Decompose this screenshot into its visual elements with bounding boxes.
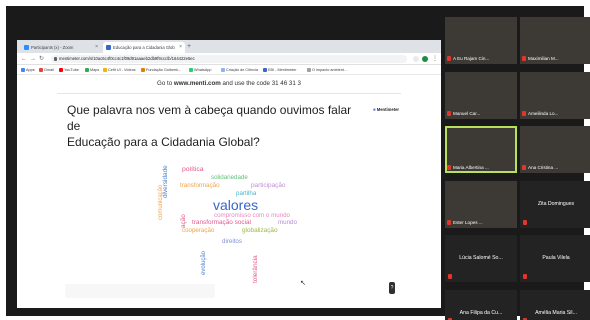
bookmark-cefit[interactable]: Cefit UI - Videos <box>103 65 136 75</box>
muted-mic-icon <box>523 274 527 279</box>
participant-tile[interactable]: Ameilinda Lo... <box>520 72 590 119</box>
bookmark-whatsapp[interactable]: WhatsApp <box>189 65 212 75</box>
mentimeter-icon <box>263 68 267 72</box>
participant-tile[interactable]: Amélia Maria Sil... <box>520 290 590 320</box>
participant-name: Maximilian M... <box>528 56 559 61</box>
address-bar-row: ← → ↻ mentimeter.com/s/10ac6c4f0cc4c1f09… <box>17 53 441 65</box>
participant-name: Ameilinda Lo... <box>528 111 559 116</box>
shared-screen: Participants (x) - Zoom × Educação para … <box>17 40 441 308</box>
word-cloud-word: globalização <box>242 227 278 234</box>
url-field[interactable]: mentimeter.com/s/10ac6c4f0cc4c1f09d91aaa… <box>51 55 407 63</box>
word-cloud-word: solidariedade <box>211 174 248 181</box>
muted-mic-icon <box>522 56 526 61</box>
word-cloud-word: cooperação <box>182 227 215 234</box>
word-cloud-word: mundo <box>278 219 297 226</box>
bookmark-apps[interactable]: Apps <box>21 65 35 75</box>
folder-icon <box>103 68 107 72</box>
close-tab-icon[interactable]: × <box>179 42 182 53</box>
participant-tile[interactable]: Maximilian M... <box>520 17 590 64</box>
participant-tile[interactable]: Maria Albertina ... <box>445 126 517 173</box>
help-button[interactable]: ? <box>389 282 395 294</box>
participant-tile[interactable]: Manuel Car... <box>445 72 517 119</box>
participant-tile[interactable]: Ana Cristina ... <box>520 126 590 173</box>
profile-icon[interactable] <box>422 56 428 62</box>
muted-mic-icon <box>448 274 452 279</box>
close-tab-icon[interactable]: × <box>95 42 98 53</box>
gmail-icon <box>39 68 43 72</box>
bookmarks-bar: Apps Gmail YouTube Maps Cefit UI - Video… <box>17 65 441 75</box>
word-cloud-word-vertical: ação <box>180 214 187 228</box>
browser-tab-mentimeter[interactable]: Educação para a Cidadania Glob × <box>103 42 185 53</box>
muted-mic-icon <box>522 111 526 116</box>
bookmark-icon <box>221 68 225 72</box>
word-cloud-word: política <box>182 166 204 173</box>
word-cloud-word: valores <box>213 197 259 213</box>
bookmark-gulbenkian[interactable]: Fundação Gulbenk... <box>141 65 181 75</box>
word-cloud-word: transformação <box>180 182 220 189</box>
participant-tile[interactable]: Zita Domingues <box>520 181 590 228</box>
zoom-icon <box>24 45 29 50</box>
participant-tile[interactable]: Ester Lopes ... <box>445 181 517 228</box>
new-tab-icon[interactable]: + <box>187 41 191 52</box>
muted-mic-icon <box>447 56 451 61</box>
mouse-cursor-icon: ↖ <box>300 280 306 287</box>
participant-name: Ana Cristina ... <box>528 165 559 170</box>
lock-icon <box>54 57 57 61</box>
bookmark-maps[interactable]: Maps <box>85 65 99 75</box>
bookmark-youtube[interactable]: YouTube <box>59 65 79 75</box>
back-icon[interactable]: ← <box>21 53 27 65</box>
mentimeter-icon <box>106 45 111 50</box>
word-cloud-word: participação <box>251 182 286 189</box>
participant-name: Lúcia Salomé So... <box>459 255 503 261</box>
participant-tile[interactable]: Ana Filipa da Cu... <box>445 290 517 320</box>
muted-mic-icon <box>447 111 451 116</box>
participant-name: Ana Filipa da Cu... <box>459 310 503 316</box>
participant-name: Manuel Car... <box>453 111 481 116</box>
forward-icon[interactable]: → <box>30 53 36 65</box>
muted-mic-icon <box>447 165 451 170</box>
menu-icon[interactable]: ⋮ <box>432 53 438 65</box>
participant-name: Ester Lopes ... <box>453 220 483 225</box>
bookmark-ciencia[interactable]: Criação de Ciência <box>221 65 258 75</box>
maps-icon <box>85 68 89 72</box>
bookmark-icon <box>141 68 145 72</box>
bookmark-impacto[interactable]: O impacto ambient... <box>307 65 347 75</box>
browser-tab-bar: Participants (x) - Zoom × Educação para … <box>17 40 441 53</box>
participant-tile[interactable]: Lúcia Salomé So... <box>445 235 517 282</box>
bookmark-mentimeter[interactable]: EBI - Mentimeter <box>263 65 296 75</box>
word-cloud-word-vertical: tolerância <box>252 255 259 283</box>
word-cloud-word-vertical: comunicação <box>158 184 164 220</box>
mentimeter-slide: Go to www.menti.com and use the code 31 … <box>17 76 441 308</box>
word-cloud-word-vertical: evolução <box>201 250 207 275</box>
zoom-window: Participants (x) - Zoom × Educação para … <box>6 6 590 320</box>
word-cloud-word: direitos <box>222 238 242 245</box>
muted-mic-icon <box>523 220 527 225</box>
participant-name: Paula Vilela <box>542 255 570 261</box>
muted-mic-icon <box>522 165 526 170</box>
bookmark-icon <box>307 68 311 72</box>
apps-icon <box>21 68 25 72</box>
participant-tile[interactable]: Paula Vilela <box>520 235 590 282</box>
star-icon[interactable] <box>413 56 419 62</box>
participant-name: Zita Domingues <box>537 201 575 207</box>
youtube-icon <box>59 68 63 72</box>
whatsapp-icon <box>189 68 193 72</box>
word-cloud-word: transformação social <box>192 219 251 226</box>
participant-name: A Eu Rajam Cin... <box>453 56 490 61</box>
reload-icon[interactable]: ↻ <box>39 53 44 65</box>
word-cloud: política solidariedade transformação partic… <box>17 76 441 308</box>
slide-navigation-bar[interactable] <box>65 284 215 298</box>
participant-tile[interactable]: A Eu Rajam Cin... <box>445 17 517 64</box>
browser-tab-zoom[interactable]: Participants (x) - Zoom × <box>21 42 101 53</box>
participant-name: Amélia Maria Sil... <box>535 310 577 316</box>
bookmark-gmail[interactable]: Gmail <box>39 65 54 75</box>
participant-name: Maria Albertina ... <box>453 165 489 170</box>
muted-mic-icon <box>447 220 451 225</box>
